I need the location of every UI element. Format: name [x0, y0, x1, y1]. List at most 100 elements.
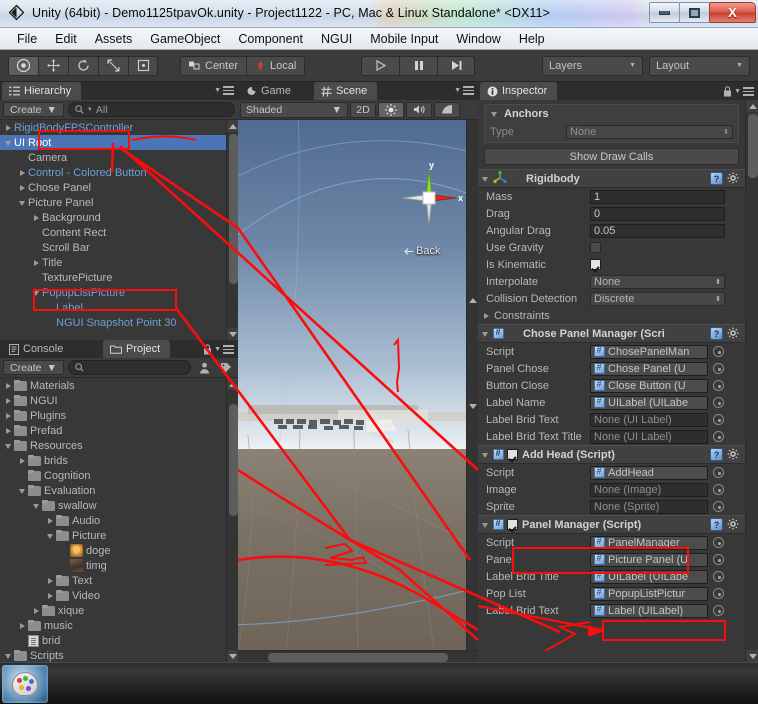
foldout-down-icon[interactable] [4, 441, 13, 450]
hierarchy-tree[interactable]: RigidBodyFPSController UI Root Camera Contr… [0, 120, 226, 340]
object-picker-icon[interactable] [713, 346, 724, 357]
object-field[interactable]: Picture Panel (U [590, 552, 708, 567]
rect-tool-button[interactable] [128, 55, 158, 76]
hierarchy-item-control-colored-button[interactable]: Control - Colored Button [0, 165, 226, 180]
tab-game[interactable]: Game [240, 82, 301, 100]
hierarchy-search-input[interactable]: ▼ All [67, 102, 235, 117]
step-button[interactable] [437, 55, 476, 76]
object-picker-icon[interactable] [713, 363, 724, 374]
hierarchy-item-ngui-snapshot-point-30[interactable]: NGUI Snapshot Point 30 [0, 315, 226, 330]
project-item-brid[interactable]: brid [0, 633, 226, 648]
hierarchy-item-picture-panel[interactable]: Picture Panel [0, 195, 226, 210]
tab-inspector[interactable]: Inspector [480, 82, 558, 100]
object-picker-icon[interactable] [713, 571, 724, 582]
inspector-tab-menu[interactable]: ▼ [723, 86, 754, 97]
menu-mobile-input[interactable]: Mobile Input [361, 30, 447, 48]
scene-view-gizmo[interactable]: y x [390, 158, 466, 234]
maximize-button[interactable] [679, 2, 710, 23]
foldout-right-icon[interactable] [4, 381, 13, 390]
tab-console[interactable]: Console [2, 340, 74, 358]
component-enable-checkbox[interactable] [507, 449, 518, 460]
project-item-doge[interactable]: doge [0, 543, 226, 558]
object-field[interactable]: ChosePanelMan [590, 344, 708, 359]
foldout-down-icon[interactable] [32, 288, 41, 297]
scene-viewport[interactable]: y x Back [238, 120, 466, 650]
field-checkbox[interactable] [590, 242, 601, 253]
project-item-swallow[interactable]: swallow [0, 498, 226, 513]
foldout-right-icon[interactable] [18, 621, 27, 630]
field-input[interactable]: 0 [590, 206, 725, 221]
foldout-right-icon[interactable] [32, 213, 41, 222]
project-item-ngui[interactable]: NGUI [0, 393, 226, 408]
hierarchy-item-background[interactable]: Background [0, 210, 226, 225]
anchors-foldout-arrow[interactable] [490, 109, 499, 118]
layout-dropdown[interactable]: Layout ▼ [649, 55, 750, 76]
project-item-text[interactable]: Text [0, 573, 226, 588]
object-field[interactable]: Label (UILabel) [590, 603, 708, 618]
scroll-thumb[interactable] [268, 652, 448, 662]
minimize-button[interactable] [649, 2, 680, 23]
foldout-right-icon[interactable] [18, 183, 27, 192]
project-tab-menu[interactable]: ▼ [203, 344, 234, 355]
object-picker-icon[interactable] [713, 501, 724, 512]
project-item-xique[interactable]: xique [0, 603, 226, 618]
project-item-picture[interactable]: Picture [0, 528, 226, 543]
object-picker-icon[interactable] [713, 380, 724, 391]
rotate-tool-button[interactable] [68, 55, 98, 76]
object-field[interactable]: UILabel (UILabe [590, 395, 708, 410]
project-item-music[interactable]: music [0, 618, 226, 633]
help-icon[interactable]: ? [710, 448, 723, 461]
hierarchy-tab-menu[interactable]: ▼ [214, 86, 234, 95]
hierarchy-item-popuplistpicture[interactable]: PopupListPicture [0, 285, 226, 300]
foldout-right-icon[interactable] [4, 411, 13, 420]
hierarchy-scrollbar[interactable] [226, 120, 239, 340]
layers-dropdown[interactable]: Layers ▼ [542, 55, 643, 76]
pivot-rotation-button[interactable]: Local [246, 55, 306, 76]
object-field[interactable]: None (UI Label) [590, 429, 708, 444]
help-icon[interactable]: ? [710, 518, 723, 531]
object-field[interactable]: None (Image) [590, 482, 708, 497]
taskbar-paint-icon[interactable] [2, 665, 48, 703]
show-draw-calls-button[interactable]: Show Draw Calls [484, 148, 739, 165]
tab-hierarchy[interactable]: Hierarchy [2, 82, 82, 100]
pause-button[interactable] [399, 55, 438, 76]
play-button[interactable] [361, 55, 400, 76]
object-field[interactable]: UILabel (UILabe [590, 569, 708, 584]
project-item-cognition[interactable]: Cognition [0, 468, 226, 483]
help-icon[interactable]: ? [710, 172, 723, 185]
draw-mode-dropdown[interactable]: Shaded ▼ [240, 101, 348, 118]
foldout-right-icon[interactable] [4, 426, 13, 435]
gear-icon[interactable] [727, 448, 740, 461]
object-picker-icon[interactable] [713, 605, 724, 616]
hierarchy-create-button[interactable]: Create ▼ [3, 102, 64, 117]
hierarchy-item-scroll-bar[interactable]: Scroll Bar [0, 240, 226, 255]
object-picker-icon[interactable] [713, 467, 724, 478]
foldout-right-icon[interactable] [4, 396, 13, 405]
hierarchy-item-rigidbodyfpscontroller[interactable]: RigidBodyFPSController [0, 120, 226, 135]
menu-gameobject[interactable]: GameObject [141, 30, 229, 48]
scroll-thumb[interactable] [228, 404, 238, 516]
object-picker-icon[interactable] [713, 537, 724, 548]
foldout-down-icon[interactable] [18, 198, 27, 207]
gear-icon[interactable] [727, 172, 740, 185]
hierarchy-item-texturepicture[interactable]: TexturePicture [0, 270, 226, 285]
menu-ngui[interactable]: NGUI [312, 30, 361, 48]
project-tree[interactable]: Materials NGUI Plugins Prefad Resources brids… [0, 378, 226, 662]
constraints-foldout-icon[interactable] [482, 311, 491, 320]
component-header-add-head-script[interactable]: Add Head (Script)? [478, 445, 745, 464]
filter-by-label-button[interactable] [217, 360, 235, 375]
project-create-button[interactable]: Create ▼ [3, 360, 64, 375]
foldout-right-icon[interactable] [46, 591, 55, 600]
project-item-video[interactable]: Video [0, 588, 226, 603]
hierarchy-item-title[interactable]: Title [0, 255, 226, 270]
project-item-brids[interactable]: brids [0, 453, 226, 468]
scene-hscrollbar[interactable] [238, 650, 478, 662]
close-button[interactable]: X [709, 2, 756, 23]
project-item-timg[interactable]: timg [0, 558, 226, 573]
project-item-materials[interactable]: Materials [0, 378, 226, 393]
field-dropdown[interactable]: Discrete ⬍ [590, 291, 725, 306]
component-header-chose-panel-manager-scri[interactable]: Chose Panel Manager (Scri? [478, 324, 745, 343]
field-input[interactable]: 1 [590, 189, 725, 204]
project-item-plugins[interactable]: Plugins [0, 408, 226, 423]
object-picker-icon[interactable] [713, 414, 724, 425]
